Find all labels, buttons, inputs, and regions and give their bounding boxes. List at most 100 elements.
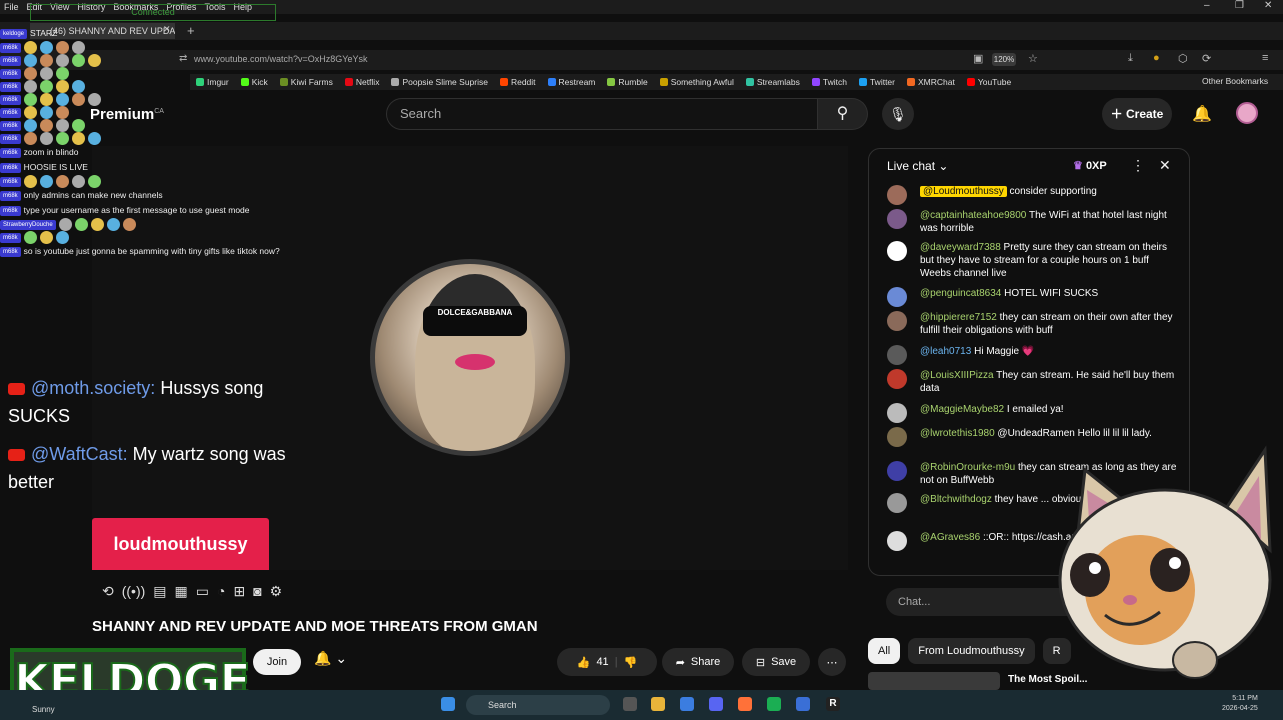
join-button[interactable]: Join bbox=[253, 649, 301, 675]
chip-from-channel[interactable]: From Loudmouthussy bbox=[908, 638, 1035, 664]
start-icon[interactable] bbox=[441, 697, 455, 711]
camera-icon[interactable]: ◙ bbox=[253, 583, 261, 599]
puzzle-icon[interactable]: ⬡ bbox=[1178, 52, 1188, 65]
file-explorer-icon[interactable] bbox=[651, 697, 665, 711]
taskbar-search[interactable]: Search bbox=[466, 695, 610, 715]
live-icon[interactable]: ((•)) bbox=[122, 583, 146, 599]
chat-close-icon[interactable]: ✕ bbox=[1159, 157, 1171, 174]
notifications-icon[interactable]: 🔔 bbox=[1192, 104, 1212, 124]
firefox-icon[interactable] bbox=[738, 697, 752, 711]
weather-label[interactable]: Sunny bbox=[32, 705, 55, 714]
chat-avatar[interactable] bbox=[887, 369, 907, 389]
zoom-level[interactable]: 120% bbox=[992, 53, 1016, 66]
extension-icon[interactable]: ● bbox=[1153, 52, 1160, 64]
chat-author[interactable]: @daveyward7388 bbox=[920, 242, 1001, 253]
chat-author[interactable]: @MaggieMaybe82 bbox=[920, 404, 1004, 415]
chat-avatar[interactable] bbox=[887, 461, 907, 481]
miniplayer-icon[interactable]: ▭ bbox=[196, 583, 209, 600]
related-thumbnail[interactable] bbox=[868, 672, 1000, 690]
chat-avatar[interactable] bbox=[887, 287, 907, 307]
big-chat: @moth.society: Hussys song SUCKS @WaftCa… bbox=[8, 374, 308, 496]
clip-icon[interactable]: ▦ bbox=[175, 583, 188, 600]
settings-icon[interactable]: ⚙ bbox=[270, 583, 283, 600]
emote-icon bbox=[55, 93, 69, 106]
app2-icon[interactable] bbox=[796, 697, 810, 711]
restream-icon[interactable]: R bbox=[826, 697, 840, 711]
chat-avatar[interactable] bbox=[887, 311, 907, 331]
chat-author[interactable]: @captainhateahoe9800 bbox=[920, 210, 1026, 221]
close-window-icon[interactable]: ✕ bbox=[1264, 0, 1272, 14]
save-button[interactable]: ⊟ Save bbox=[742, 648, 810, 676]
search-button[interactable]: ⚲ bbox=[818, 98, 868, 130]
like-icon[interactable]: 👍 bbox=[577, 656, 591, 669]
clock[interactable]: 5:11 PM 2026-04-25 bbox=[1222, 694, 1258, 714]
discord-icon[interactable] bbox=[709, 697, 723, 711]
chat-more-icon[interactable]: ⋮ bbox=[1131, 157, 1145, 174]
loop-icon[interactable]: ⟲ bbox=[102, 583, 114, 600]
subtitles-icon[interactable]: ▤ bbox=[153, 583, 166, 600]
task-view-icon[interactable] bbox=[623, 697, 637, 711]
add-icon[interactable]: ⊞ bbox=[233, 583, 245, 600]
minimize-icon[interactable]: – bbox=[1204, 0, 1210, 14]
points-badge[interactable]: ♛ 0XP bbox=[1073, 159, 1107, 172]
bookmark-item[interactable]: Poopsie Slime Suprise bbox=[391, 77, 488, 87]
bookmark-item[interactable]: Twitch bbox=[811, 77, 847, 87]
reader-icon[interactable]: ▣ bbox=[973, 52, 983, 65]
bookmark-favicon-icon bbox=[607, 78, 616, 86]
chat-avatar[interactable] bbox=[887, 493, 907, 513]
menu-icon[interactable]: ≡ bbox=[1262, 52, 1268, 64]
chat-avatar[interactable] bbox=[887, 345, 907, 365]
menu-file[interactable]: File bbox=[4, 2, 19, 12]
speed-icon[interactable]: ◔ bbox=[217, 583, 225, 599]
bookmark-item[interactable]: Netflix bbox=[344, 77, 379, 87]
app-icon[interactable] bbox=[767, 697, 781, 711]
chat-avatar[interactable] bbox=[887, 403, 907, 423]
bookmark-item[interactable]: Reddit bbox=[499, 77, 536, 87]
chat-author[interactable]: @penguincat8634 bbox=[920, 288, 1001, 299]
share-icon: ➦ bbox=[675, 656, 685, 669]
dislike-icon[interactable]: 👎 bbox=[624, 656, 638, 669]
subscribe-bell-icon[interactable]: 🔔 ⌄ bbox=[314, 650, 347, 667]
bookmark-item[interactable]: YouTube bbox=[966, 77, 1011, 87]
create-button[interactable]: ＋ Create bbox=[1102, 98, 1172, 130]
avatar[interactable] bbox=[1236, 102, 1258, 124]
bookmark-item[interactable]: Twitter bbox=[858, 77, 895, 87]
other-bookmarks[interactable]: Other Bookmarks bbox=[1202, 76, 1268, 86]
bookmark-item[interactable]: Streamlabs bbox=[745, 77, 800, 87]
chat-author[interactable]: @hippierere7152 bbox=[920, 312, 997, 323]
download-icon[interactable]: ⤓ bbox=[1128, 52, 1133, 65]
more-button[interactable]: ⋯ bbox=[818, 648, 846, 676]
search-input[interactable]: Search bbox=[386, 98, 818, 130]
chat-author[interactable]: @leah0713 bbox=[920, 346, 971, 357]
like-count[interactable]: 41 bbox=[596, 656, 608, 668]
chat-avatar[interactable] bbox=[887, 531, 907, 551]
chat-avatar[interactable] bbox=[887, 185, 907, 205]
save-label: Save bbox=[771, 656, 797, 668]
bookmark-item[interactable]: Rumble bbox=[607, 77, 648, 87]
edge-icon[interactable] bbox=[680, 697, 694, 711]
bookmark-item[interactable]: Something Awful bbox=[659, 77, 734, 87]
chat-author[interactable]: @LouisXIIIPizza bbox=[920, 370, 994, 381]
emote-icon bbox=[87, 93, 101, 106]
chat-author[interactable]: @Loudmouthussy bbox=[920, 186, 1007, 197]
chat-author[interactable]: @lwrotethis1980 bbox=[920, 428, 995, 439]
sync-icon[interactable]: ⟳ bbox=[1202, 52, 1211, 65]
mic-button[interactable]: 🎙 bbox=[882, 98, 914, 130]
bookmark-item[interactable]: Kiwi Farms bbox=[279, 77, 333, 87]
chat-author[interactable]: @AGraves86 bbox=[920, 532, 980, 543]
chat-avatar[interactable] bbox=[887, 241, 907, 261]
overlay-chat-text: HOOSIE IS LIVE bbox=[23, 162, 88, 172]
star-icon[interactable]: ☆ bbox=[1028, 52, 1038, 65]
share-button[interactable]: ➦ Share bbox=[662, 648, 734, 676]
maximize-icon[interactable]: ❐ bbox=[1235, 0, 1244, 14]
chat-author[interactable]: @Bltchwithdogz bbox=[920, 494, 992, 505]
bookmark-item[interactable]: XMRChat bbox=[906, 77, 955, 87]
sunglasses: DOLCE&GABBANA bbox=[423, 306, 527, 336]
chip-bar: All From Loudmouthussy R bbox=[868, 638, 1071, 664]
chip-all[interactable]: All bbox=[868, 638, 901, 664]
chat-author[interactable]: @RobinOrourke-m9u bbox=[920, 462, 1015, 473]
chat-avatar[interactable] bbox=[887, 209, 907, 229]
overlay-chat-line: m68k bbox=[0, 41, 280, 54]
bookmark-item[interactable]: Restream bbox=[547, 77, 595, 87]
chat-avatar[interactable] bbox=[887, 427, 907, 447]
